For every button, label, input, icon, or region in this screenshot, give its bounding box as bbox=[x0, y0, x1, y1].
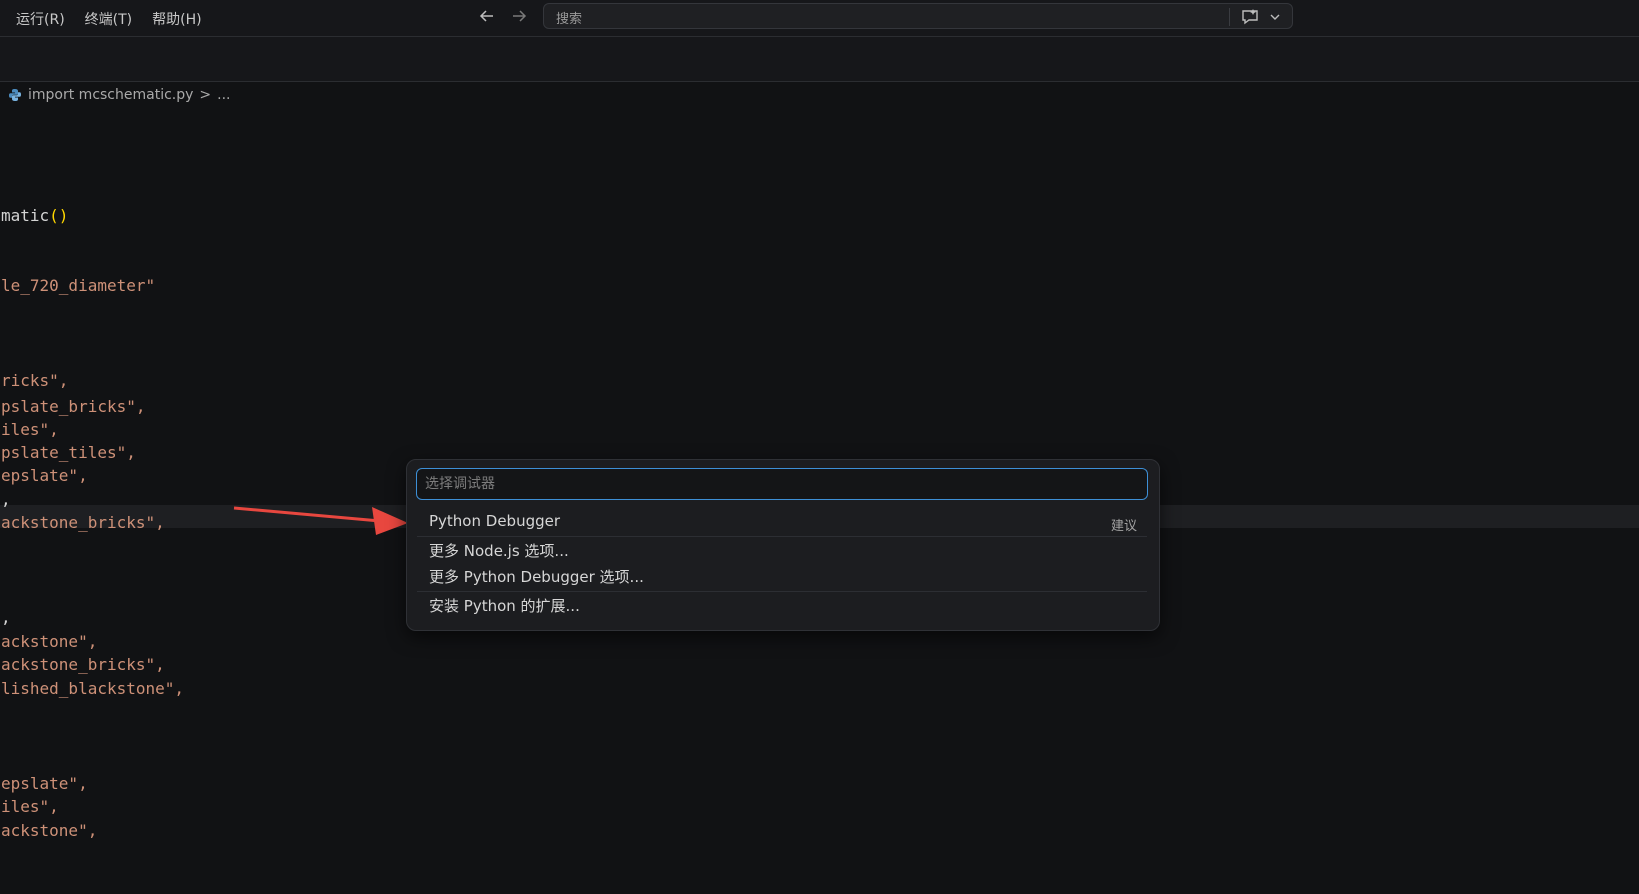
code-line: ackstone_bricks", bbox=[1, 655, 165, 674]
menu-run[interactable]: 运行(R) bbox=[16, 9, 65, 29]
menu-help[interactable]: 帮助(H) bbox=[152, 9, 201, 29]
back-arrow-icon[interactable] bbox=[476, 5, 498, 27]
code-line: pslate_bricks", bbox=[1, 397, 146, 416]
forward-arrow-icon[interactable] bbox=[508, 5, 530, 27]
code-line: epslate", bbox=[1, 466, 88, 485]
code-line: epslate", bbox=[1, 774, 88, 793]
code-line: , bbox=[1, 608, 11, 627]
annotation-arrow-icon bbox=[233, 506, 408, 535]
code-line: ackstone", bbox=[1, 632, 98, 651]
code-line: iles", bbox=[1, 420, 59, 439]
picker-item-more-python-debugger[interactable]: 更多 Python Debugger 选项... bbox=[429, 566, 644, 587]
code-paren: () bbox=[49, 206, 69, 225]
command-center-search[interactable]: 搜索 bbox=[543, 3, 1293, 29]
breadcrumb-file[interactable]: import mcschematic.py bbox=[28, 87, 193, 103]
code-line: pslate_tiles", bbox=[1, 443, 136, 462]
code-line: iles", bbox=[1, 797, 59, 816]
code-line: le_720_diameter" bbox=[1, 276, 156, 295]
breadcrumb-more[interactable]: ... bbox=[217, 87, 230, 103]
picker-item-install-python-extension[interactable]: 安装 Python 的扩展... bbox=[429, 595, 580, 616]
debugger-picker: Python Debugger 建议 更多 Node.js 选项... 更多 P… bbox=[406, 459, 1160, 631]
breadcrumb-separator: > bbox=[199, 87, 212, 103]
code-text: matic bbox=[1, 206, 50, 225]
code-line: lished_blackstone", bbox=[1, 679, 185, 698]
breadcrumb: import mcschematic.py > ... bbox=[8, 87, 231, 103]
chevron-down-icon[interactable] bbox=[1268, 10, 1282, 24]
suggested-badge: 建议 bbox=[1110, 519, 1137, 534]
code-line: , bbox=[1, 490, 11, 509]
title-bar: 运行(R) 终端(T) 帮助(H) 搜索 bbox=[0, 0, 1639, 37]
chat-icon[interactable] bbox=[1240, 7, 1260, 27]
code-line: ricks", bbox=[1, 371, 69, 390]
picker-item-more-nodejs[interactable]: 更多 Node.js 选项... bbox=[429, 540, 569, 561]
picker-divider bbox=[417, 591, 1147, 592]
picker-divider bbox=[417, 536, 1147, 537]
debugger-picker-input[interactable] bbox=[416, 468, 1148, 500]
search-divider bbox=[1229, 8, 1230, 26]
code-line: ackstone", bbox=[1, 821, 98, 840]
python-file-icon bbox=[9, 89, 21, 101]
code-line: ackstone_bricks", bbox=[1, 513, 165, 532]
code-line: matic() bbox=[1, 204, 68, 227]
menu-bar: 运行(R) 终端(T) 帮助(H) bbox=[16, 9, 202, 29]
editor-tab-strip bbox=[0, 37, 1639, 82]
picker-item-python-debugger[interactable]: Python Debugger bbox=[429, 512, 560, 530]
nav-arrows bbox=[476, 5, 530, 27]
menu-terminal[interactable]: 终端(T) bbox=[85, 9, 132, 29]
search-label: 搜索 bbox=[556, 12, 583, 27]
